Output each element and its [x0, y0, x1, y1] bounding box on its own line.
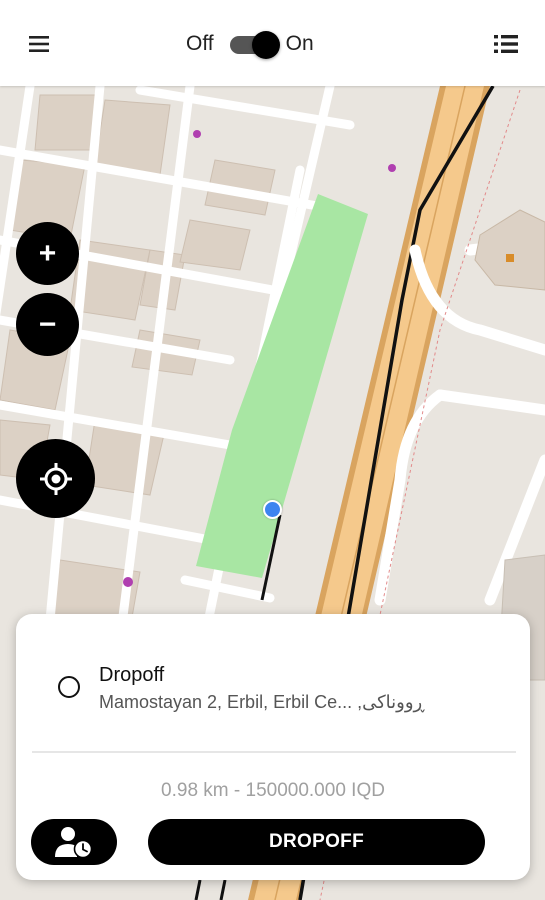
- crosshair-icon: [39, 462, 72, 495]
- online-status-switch: Off On: [186, 28, 314, 60]
- list-icon: [494, 35, 518, 53]
- hamburger-menu-icon: [29, 36, 49, 52]
- my-location-button[interactable]: [16, 439, 95, 518]
- user-clock-icon: [55, 827, 93, 859]
- plus-icon: +: [38, 236, 57, 270]
- card-divider: [32, 751, 516, 753]
- poi-marker: [388, 164, 396, 172]
- trip-list-button[interactable]: [489, 27, 523, 61]
- poi-marker: [193, 130, 201, 138]
- poi-marker: [506, 254, 514, 262]
- status-off-label: Off: [186, 32, 214, 55]
- current-location-marker: [263, 500, 282, 519]
- stop-radio[interactable]: [58, 676, 80, 698]
- online-toggle[interactable]: [228, 29, 280, 59]
- zoom-in-button[interactable]: +: [16, 222, 79, 285]
- schedule-button[interactable]: [31, 819, 117, 865]
- zoom-out-button[interactable]: −: [16, 293, 79, 356]
- minus-icon: −: [38, 307, 57, 341]
- toggle-knob: [251, 31, 280, 59]
- trip-card: Dropoff Mamostayan 2, Erbil, Erbil Ce...…: [16, 614, 530, 880]
- top-bar: Off On: [0, 0, 545, 86]
- distance-price: 0.98 km - 150000.000 IQD: [161, 780, 385, 801]
- stop-address: Mamostayan 2, Erbil, Erbil Ce... ,ڕووناک…: [99, 692, 425, 712]
- menu-button[interactable]: [22, 27, 56, 61]
- poi-marker: [123, 577, 133, 587]
- status-on-label: On: [285, 32, 314, 55]
- stop-title: Dropoff: [99, 664, 165, 686]
- app-root: Off On + − Dropoff Mamostayan 2, Erbil, …: [0, 0, 545, 900]
- dropoff-button[interactable]: DROPOFF: [148, 819, 485, 865]
